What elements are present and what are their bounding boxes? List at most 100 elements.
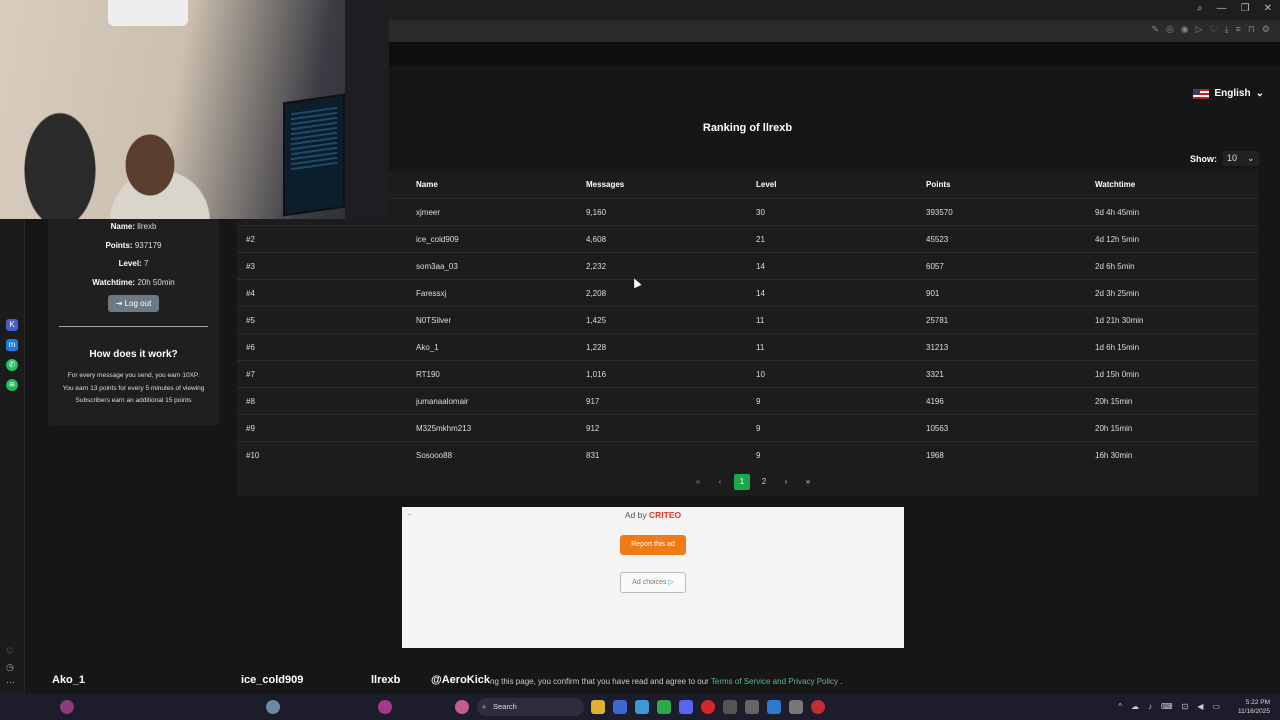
opera-icon[interactable] [701, 700, 715, 714]
messages-cell: 917 [586, 397, 600, 406]
chevron-up-icon[interactable]: ^ [1118, 702, 1122, 711]
ad-choices-button[interactable]: Ad choices ▷ [620, 572, 686, 593]
name-cell: N0TSilver [416, 316, 452, 325]
file-explorer-icon[interactable] [591, 700, 605, 714]
download-icon[interactable]: ⤓ [1225, 24, 1229, 35]
history-icon[interactable]: ◷ [6, 662, 14, 673]
menu-icon[interactable]: ≡ [1236, 24, 1241, 35]
how-it-works-title: How does it work? [89, 349, 178, 360]
app-icon[interactable] [745, 700, 759, 714]
prev-page-button[interactable]: ‹ [712, 474, 728, 490]
next-page-button[interactable]: › [778, 474, 794, 490]
points-label: Points: [105, 240, 133, 250]
watchtime-cell: 1d 21h 30min [1095, 316, 1144, 325]
logout-label: Log out [124, 299, 152, 308]
kick-app-icon[interactable]: K [6, 319, 18, 331]
level-cell: 11 [756, 343, 765, 352]
taskbar-search[interactable]: ⌕ Search [477, 698, 584, 716]
settings-icon[interactable]: ⚙ [1262, 24, 1270, 35]
consent-end: . [840, 677, 843, 686]
app-icon[interactable] [635, 700, 649, 714]
volume-icon[interactable]: ◀ [1197, 702, 1203, 711]
language-selector[interactable]: English ⌄ [1193, 88, 1264, 99]
terms-link[interactable]: Terms of Service and Privacy Policy [711, 677, 838, 686]
page-2-button[interactable]: 2 [756, 474, 772, 490]
column-header-watchtime[interactable]: Watchtime [1095, 171, 1135, 198]
xbox-icon[interactable] [657, 700, 671, 714]
how-line: You earn 13 points for every 5 minutes o… [62, 384, 205, 392]
last-page-button[interactable]: » [800, 474, 816, 490]
first-page-button[interactable]: « [690, 474, 706, 490]
taskbar-clock[interactable]: 5:22 PM 11/16/2025 [1238, 698, 1270, 716]
restore-icon[interactable]: ❐ [1241, 3, 1250, 14]
cloud-icon[interactable]: ☁ [1131, 702, 1139, 711]
minimize-icon[interactable]: — [1217, 3, 1227, 14]
network-icon[interactable]: ⊡ [1182, 702, 1189, 711]
level-label: Level: [118, 259, 142, 268]
webcam-edge [345, 0, 389, 219]
heart-icon[interactable]: ♡ [6, 646, 14, 657]
app-icon[interactable] [789, 700, 803, 714]
level-value: 7 [143, 259, 149, 268]
app-icon[interactable] [723, 700, 737, 714]
extension-icons: ✎ ◎ ◉ ▷ ♡ ⤓ ≡ ⊓ ⚙ [1151, 24, 1270, 35]
column-header-name[interactable]: Name [416, 171, 438, 198]
extension-icon[interactable]: ◉ [1181, 24, 1189, 35]
messages-cell: 1,425 [586, 316, 607, 325]
whatsapp-icon[interactable]: ✆ [6, 359, 18, 371]
name-cell: som3aa_03 [416, 262, 458, 271]
rank-cell: #8 [246, 397, 255, 406]
battery-icon[interactable]: ▭ [1212, 702, 1220, 711]
show-dropdown[interactable]: 10 ⌄ [1223, 151, 1259, 166]
points-cell: 25781 [926, 316, 949, 325]
messages-cell: 9,160 [586, 208, 607, 217]
app-icon[interactable] [811, 700, 825, 714]
name-cell: jumanaalomair [416, 397, 469, 406]
extension-icon[interactable]: ◎ [1166, 24, 1174, 35]
search-placeholder: Search [493, 702, 517, 711]
column-header-messages[interactable]: Messages [586, 171, 624, 198]
column-header-level[interactable]: Level [756, 171, 776, 198]
page-1-button[interactable]: 1 [734, 474, 750, 490]
avatar-icon[interactable] [266, 700, 280, 714]
watchtime-cell: 1d 6h 15min [1095, 343, 1140, 352]
spotify-icon[interactable]: ≋ [6, 379, 18, 391]
app-icon[interactable] [767, 700, 781, 714]
lock-icon[interactable]: ⊓ [1248, 24, 1255, 35]
points-cell: 6057 [926, 262, 944, 271]
keyboard-icon[interactable]: ⌨ [1161, 702, 1173, 711]
avatar-icon[interactable] [378, 700, 392, 714]
heart-icon[interactable]: ♡ [1210, 24, 1218, 35]
messenger-icon[interactable]: m [6, 339, 18, 351]
name-value: llrexb [137, 222, 157, 231]
close-icon[interactable]: ✕ [1264, 3, 1272, 14]
more-icon[interactable]: ⋯ [6, 677, 15, 688]
report-ad-button[interactable]: Report this ad [620, 535, 686, 555]
table-row: #5 N0TSilver 1,425 11 25781 1d 21h 30min [237, 306, 1258, 334]
play-icon[interactable]: ▷ [1196, 24, 1203, 35]
microphone-icon[interactable]: ♪ [1148, 702, 1152, 711]
user-watchtime-row: Watchtime: 20h 50min [48, 274, 219, 293]
logout-button[interactable]: ⇥ Log out [107, 295, 160, 312]
edit-icon[interactable]: ✎ [1151, 24, 1159, 35]
avatar-icon[interactable] [60, 700, 74, 714]
chevron-down-icon: ⌄ [1255, 88, 1264, 99]
messages-cell: 912 [586, 424, 600, 433]
table-row: #10 Sosooo88 831 9 1968 16h 30min [237, 441, 1258, 469]
table-row: #6 Ako_1 1,228 11 31213 1d 6h 15min [237, 333, 1258, 361]
avatar-icon[interactable] [455, 700, 469, 714]
messages-cell: 2,232 [586, 262, 607, 271]
column-header-points[interactable]: Points [926, 171, 950, 198]
name-cell: ice_cold909 [416, 235, 459, 244]
discord-icon[interactable] [679, 700, 693, 714]
calendar-icon[interactable] [613, 700, 627, 714]
table-row: xjmeer 9,160 30 393570 9d 4h 45min [237, 198, 1258, 226]
divider [59, 326, 208, 327]
overlay-handle: @AeroKick [431, 674, 491, 686]
overlay-username: llrexb [371, 674, 401, 686]
search-icon[interactable]: ⌕ [1197, 3, 1203, 14]
messages-cell: 4,608 [586, 235, 607, 244]
language-label: English [1214, 88, 1251, 99]
watchtime-cell: 20h 15min [1095, 424, 1133, 433]
name-cell: M325mkhm213 [416, 424, 472, 433]
